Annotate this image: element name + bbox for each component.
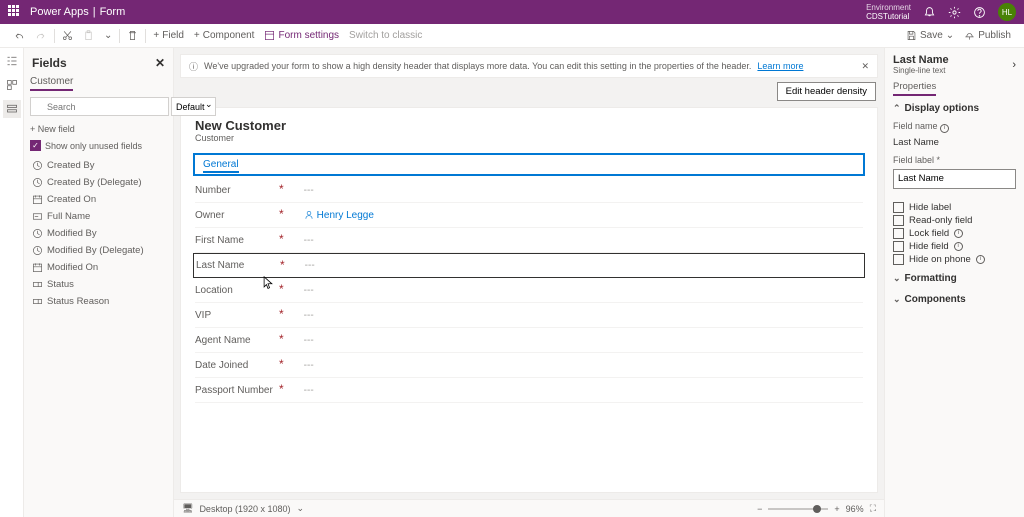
form-tab-general[interactable]: General (193, 153, 865, 176)
publish-button[interactable]: Publish (959, 30, 1016, 41)
close-icon[interactable]: ✕ (155, 56, 165, 70)
form-field-row[interactable]: Date Joined*--- (195, 353, 863, 378)
opt-icon (32, 296, 43, 307)
settings-icon[interactable] (948, 6, 961, 19)
form-field-row[interactable]: Location*--- (195, 278, 863, 303)
info-message: We've upgraded your form to show a high … (204, 61, 751, 71)
form-field-row[interactable]: Passport Number*--- (195, 378, 863, 403)
paste-button[interactable] (78, 24, 99, 47)
field-item[interactable]: Status (30, 276, 167, 293)
properties-panel: Last Name Single-line text › Properties … (884, 48, 1024, 517)
components-section[interactable]: ⌄Components (893, 291, 1016, 308)
prop-checkbox[interactable]: Hide label (893, 201, 1016, 214)
page-name: Form (100, 6, 126, 18)
field-item[interactable]: Created By (Delegate) (30, 174, 167, 191)
form-settings-button[interactable]: Form settings (259, 24, 344, 47)
prop-checkbox[interactable]: Hide on phone i (893, 253, 1016, 266)
delete-button[interactable] (122, 24, 143, 47)
fields-panel: Fields✕ Customer Default + New field ✓Sh… (24, 48, 174, 517)
field-label-input[interactable] (893, 169, 1016, 189)
prop-title: Last Name (893, 54, 949, 66)
form-field-row[interactable]: Agent Name*--- (195, 328, 863, 353)
field-item[interactable]: Full Name (30, 208, 167, 225)
rail-component-icon[interactable] (3, 76, 21, 94)
learn-more-link[interactable]: Learn more (757, 61, 803, 71)
form-canvas: ⓘ We've upgraded your form to show a hig… (174, 48, 884, 517)
field-item[interactable]: Modified By (30, 225, 167, 242)
canvas-footer: 🖥 Desktop (1920 x 1080)⌄ − + 96% ⛶ (174, 499, 884, 517)
prop-checkbox[interactable]: Read-only field (893, 214, 1016, 227)
text-icon (32, 211, 43, 222)
prop-subtitle: Single-line text (893, 66, 949, 75)
fields-panel-tab[interactable]: Customer (30, 74, 73, 91)
switch-classic-button[interactable]: Switch to classic (344, 24, 427, 47)
opt-icon (32, 279, 43, 290)
rail-fields-icon[interactable] (3, 100, 21, 118)
user-avatar[interactable]: HL (998, 3, 1016, 21)
info-icon[interactable]: i (940, 124, 949, 133)
field-item[interactable]: Modified By (Delegate) (30, 242, 167, 259)
help-icon[interactable] (973, 6, 986, 19)
add-field-button[interactable]: + Field (148, 24, 189, 47)
form-title: New Customer (195, 118, 863, 133)
prop-checkbox[interactable]: Lock field i (893, 227, 1016, 240)
field-item[interactable]: Created By (30, 157, 167, 174)
info-icon[interactable]: i (976, 255, 985, 264)
product-name: Power Apps (30, 6, 89, 18)
device-icon: 🖥 (182, 503, 193, 514)
undo-button[interactable] (8, 24, 30, 47)
info-icon: ⓘ (189, 60, 198, 73)
prop-checkbox[interactable]: Hide field i (893, 240, 1016, 253)
form-field-row[interactable]: Number*--- (195, 178, 863, 203)
clock-icon (32, 228, 43, 239)
notifications-icon[interactable] (923, 6, 936, 19)
cal-icon (32, 262, 43, 273)
form-subtitle: Customer (195, 133, 863, 143)
fit-icon[interactable]: ⛶ (870, 503, 876, 514)
environment-picker[interactable]: Environment CDSTutorial (866, 3, 911, 21)
prop-expand-icon[interactable]: › (1012, 59, 1016, 71)
search-input[interactable] (30, 97, 169, 116)
add-component-button[interactable]: + Component (189, 24, 260, 47)
info-icon[interactable]: i (954, 229, 963, 238)
paste-dropdown[interactable]: ⌄ (99, 24, 117, 47)
field-name-value: Last Name (893, 137, 1016, 151)
cal-icon (32, 194, 43, 205)
display-options-section[interactable]: ⌃Display options (893, 100, 1016, 117)
field-item[interactable]: Status Reason (30, 293, 167, 310)
app-launcher-icon[interactable] (8, 5, 22, 19)
filter-dropdown[interactable]: Default (171, 97, 216, 116)
formatting-section[interactable]: ⌄Formatting (893, 270, 1016, 287)
fields-panel-title: Fields (32, 56, 67, 70)
zoom-in-button[interactable]: + (834, 504, 839, 514)
cut-button[interactable] (57, 24, 78, 47)
info-bar: ⓘ We've upgraded your form to show a hig… (180, 54, 878, 78)
new-field-button[interactable]: + New field (30, 122, 167, 136)
field-item[interactable]: Created On (30, 191, 167, 208)
show-unused-checkbox[interactable]: ✓Show only unused fields (30, 136, 167, 157)
rail-tree-icon[interactable] (3, 52, 21, 70)
zoom-slider[interactable] (768, 508, 828, 510)
zoom-value: 96% (846, 504, 864, 514)
form-field-row[interactable]: Last Name*--- (193, 253, 865, 278)
form-field-row[interactable]: First Name*--- (195, 228, 863, 253)
edit-header-density-button[interactable]: Edit header density (777, 82, 876, 101)
form-field-row[interactable]: VIP*--- (195, 303, 863, 328)
field-item[interactable]: Modified On (30, 259, 167, 276)
zoom-out-button[interactable]: − (757, 504, 762, 514)
clock-icon (32, 177, 43, 188)
info-icon[interactable]: i (954, 242, 963, 251)
top-bar: Power Apps | Form Environment CDSTutoria… (0, 0, 1024, 24)
redo-button[interactable] (30, 24, 52, 47)
command-bar: ⌄ + Field + Component Form settings Swit… (0, 24, 1024, 48)
properties-tab[interactable]: Properties (893, 79, 936, 96)
form-field-row[interactable]: Owner*Henry Legge (195, 203, 863, 228)
clock-icon (32, 160, 43, 171)
clock-icon (32, 245, 43, 256)
device-label[interactable]: Desktop (1920 x 1080) (199, 504, 290, 514)
left-rail (0, 48, 24, 517)
info-close-icon[interactable]: ✕ (861, 61, 869, 72)
save-button[interactable]: Save ⌄ (901, 30, 959, 41)
